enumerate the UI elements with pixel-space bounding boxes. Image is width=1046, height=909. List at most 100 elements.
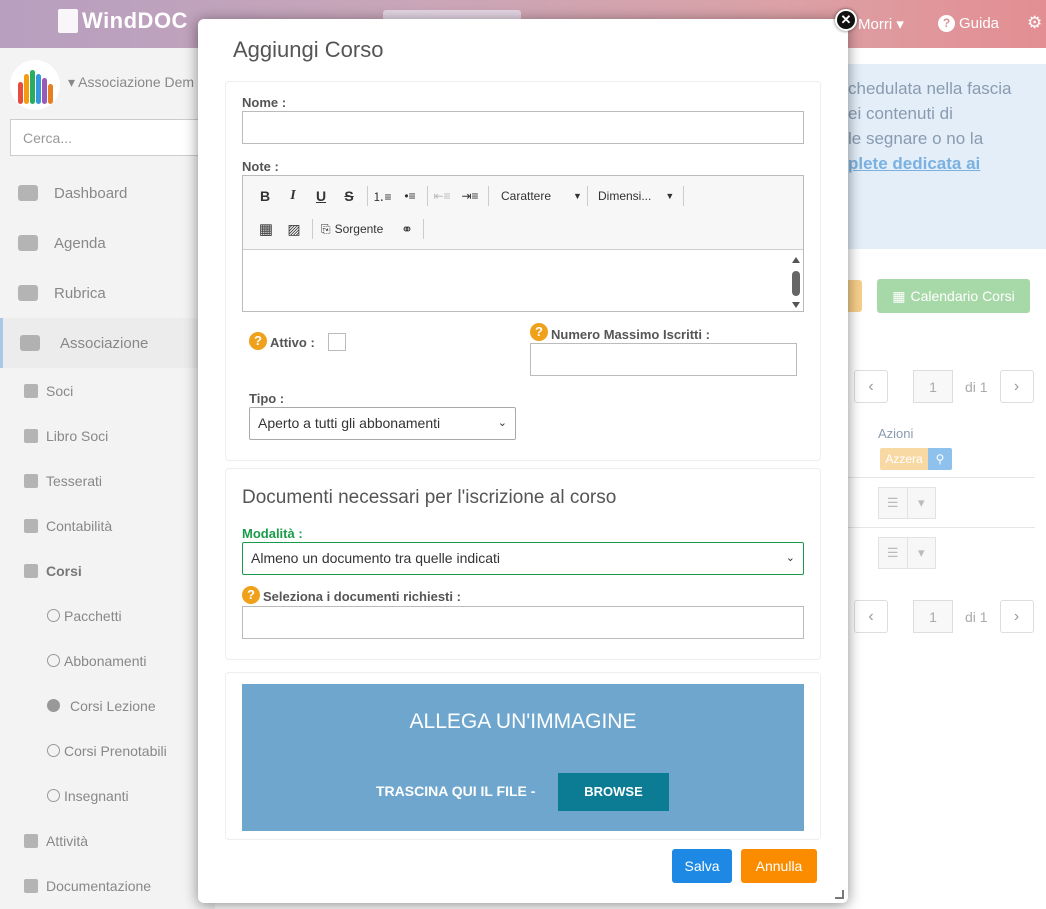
sidebar-item-dashboard[interactable]: Dashboard bbox=[0, 168, 215, 218]
sidebar-item-corsi-prenotabili[interactable]: Corsi Prenotabili bbox=[0, 728, 215, 773]
save-button[interactable]: Salva bbox=[672, 849, 732, 883]
size-dropdown[interactable]: Dimensi... ▼ bbox=[598, 185, 674, 207]
sidebar-item-label: Insegnanti bbox=[64, 787, 129, 804]
mode-select[interactable]: Almeno un documento tra quelle indicati … bbox=[242, 542, 804, 575]
font-dropdown[interactable]: Carattere ▼ bbox=[501, 185, 582, 207]
user-menu[interactable]: Morri ▾ bbox=[858, 15, 904, 33]
association-selector[interactable]: ▾ Associazione Dem bbox=[68, 74, 194, 91]
calendar-courses-button[interactable]: ▦ Calendario Corsi bbox=[877, 279, 1030, 313]
toolbar-separator bbox=[488, 186, 489, 206]
next-page-button[interactable]: › bbox=[999, 600, 1034, 633]
underline-button[interactable]: U bbox=[311, 185, 331, 207]
table-icon[interactable]: ▦ bbox=[257, 218, 275, 240]
help-icon[interactable]: ? bbox=[530, 323, 548, 341]
sidebar-item-contabilita[interactable]: Contabilità bbox=[0, 503, 215, 548]
type-select-value: Aperto a tutti gli abbonamenti bbox=[258, 415, 441, 431]
calendar-icon bbox=[18, 235, 38, 251]
sidebar-item-attivita[interactable]: Attività bbox=[0, 818, 215, 863]
note-editor: B I U S ⒈≡ •≡ ⇤≡ ⇥≡ Carattere ▼ Dimensi.… bbox=[242, 175, 804, 312]
search-input[interactable]: Cerca... bbox=[10, 119, 210, 156]
toolbar-separator bbox=[427, 186, 428, 206]
brand-name: WindDOC bbox=[82, 8, 188, 33]
scroll-thumb[interactable] bbox=[792, 271, 800, 296]
editor-scrollbar[interactable] bbox=[791, 254, 801, 310]
sidebar-item-libro-soci[interactable]: Libro Soci bbox=[0, 413, 215, 458]
prev-page-button[interactable]: ‹ bbox=[854, 600, 888, 633]
sidebar-item-label: Libro Soci bbox=[46, 427, 109, 444]
sidebar-item-insegnanti[interactable]: Insegnanti bbox=[0, 773, 215, 818]
mode-select-value: Almeno un documento tra quelle indicati bbox=[251, 550, 501, 566]
page-number-input[interactable]: 1 bbox=[913, 370, 953, 403]
page-number-input[interactable]: 1 bbox=[913, 600, 953, 633]
chevron-down-icon: ▼ bbox=[665, 191, 675, 201]
indent-icon[interactable]: ⇥≡ bbox=[460, 185, 480, 207]
sidebar-item-agenda[interactable]: Agenda bbox=[0, 218, 215, 268]
source-icon: ⎘ bbox=[321, 221, 331, 236]
browse-button[interactable]: BROWSE bbox=[558, 773, 669, 811]
cancel-button[interactable]: Annulla bbox=[741, 849, 817, 883]
sidebar-item-corsi[interactable]: Corsi bbox=[0, 548, 215, 593]
image-dropzone[interactable]: ALLEGA UN'IMMAGINE TRASCINA QUI IL FILE … bbox=[242, 684, 804, 831]
active-checkbox[interactable] bbox=[328, 333, 346, 351]
max-members-input[interactable] bbox=[530, 343, 797, 376]
chevron-down-icon: ⌄ bbox=[497, 417, 507, 429]
search-icon[interactable]: ⚲ bbox=[928, 448, 952, 470]
next-page-button[interactable]: › bbox=[999, 370, 1034, 403]
image-icon[interactable]: ▨ bbox=[285, 218, 303, 240]
chevron-down-icon: ⌄ bbox=[785, 552, 795, 564]
note-label: Note : bbox=[242, 159, 279, 174]
help-icon[interactable]: ? bbox=[249, 332, 267, 350]
help-link[interactable]: ? Guida bbox=[938, 15, 999, 32]
image-upload-panel: ALLEGA UN'IMMAGINE TRASCINA QUI IL FILE … bbox=[225, 672, 821, 840]
folder-icon bbox=[24, 878, 38, 893]
gear-icon[interactable]: ⚙ bbox=[1027, 13, 1042, 33]
circle-icon bbox=[47, 609, 60, 622]
sidebar-item-label: Tesserati bbox=[46, 472, 103, 489]
info-box: chedulata nella fascia ei contenuti di l… bbox=[845, 64, 1046, 249]
pagination-top: ‹ 1 di 1 › bbox=[854, 370, 1034, 403]
outdent-icon[interactable]: ⇤≡ bbox=[432, 185, 452, 207]
italic-button[interactable]: I bbox=[283, 185, 303, 207]
close-icon[interactable]: ✕ bbox=[835, 9, 857, 31]
prev-page-button[interactable]: ‹ bbox=[854, 370, 888, 403]
type-select[interactable]: Aperto a tutti gli abbonamenti ⌄ bbox=[249, 407, 516, 440]
sidebar-item-label: Rubrica bbox=[54, 284, 106, 302]
help-label: Guida bbox=[959, 15, 1000, 32]
info-link[interactable]: plete dedicata ai bbox=[848, 151, 1046, 176]
reset-filter-button[interactable]: Azzera bbox=[880, 448, 928, 470]
bold-button[interactable]: B bbox=[255, 185, 275, 207]
source-button[interactable]: ⎘ Sorgente bbox=[321, 218, 383, 240]
association-logo bbox=[10, 60, 60, 110]
source-label: Sorgente bbox=[334, 222, 384, 236]
graduation-cap-icon bbox=[24, 563, 38, 578]
sidebar-item-pacchetti[interactable]: Pacchetti bbox=[0, 593, 215, 638]
scroll-up-icon[interactable] bbox=[792, 257, 800, 263]
brand-logo[interactable]: WindDOC bbox=[58, 8, 188, 34]
scroll-down-icon[interactable] bbox=[792, 302, 800, 308]
upload-drag-text: TRASCINA QUI IL FILE - bbox=[376, 783, 536, 799]
sidebar-item-rubrica[interactable]: Rubrica bbox=[0, 268, 215, 318]
link-icon[interactable]: ⚭ bbox=[398, 218, 416, 240]
sidebar-item-soci[interactable]: Soci bbox=[0, 368, 215, 413]
required-docs-input[interactable] bbox=[242, 606, 804, 639]
sidebar-item-corsi-lezione[interactable]: Corsi Lezione bbox=[0, 683, 215, 728]
row-actions-button[interactable]: ☰ ▾ bbox=[878, 487, 936, 519]
address-book-icon bbox=[18, 285, 38, 301]
user-icon bbox=[24, 383, 38, 398]
sidebar-item-tesserati[interactable]: Tesserati bbox=[0, 458, 215, 503]
row-actions-button[interactable]: ☰ ▾ bbox=[878, 537, 936, 569]
bullet-list-icon[interactable]: •≡ bbox=[400, 185, 420, 207]
numbered-list-icon[interactable]: ⒈≡ bbox=[372, 185, 392, 207]
name-label: Nome : bbox=[242, 95, 287, 110]
sidebar-item-documentazione[interactable]: Documentazione bbox=[0, 863, 215, 908]
circle-icon bbox=[47, 654, 60, 667]
sidebar-item-label: Corsi bbox=[46, 562, 82, 579]
sidebar-item-abbonamenti[interactable]: Abbonamenti bbox=[0, 638, 215, 683]
name-input[interactable] bbox=[242, 111, 804, 144]
editor-toolbar: B I U S ⒈≡ •≡ ⇤≡ ⇥≡ Carattere ▼ Dimensi.… bbox=[243, 176, 803, 250]
sidebar-item-associazione[interactable]: Associazione bbox=[0, 318, 215, 368]
help-icon[interactable]: ? bbox=[242, 586, 260, 604]
type-label: Tipo : bbox=[249, 391, 285, 406]
resize-handle[interactable] bbox=[835, 890, 844, 899]
strikethrough-button[interactable]: S bbox=[339, 185, 359, 207]
